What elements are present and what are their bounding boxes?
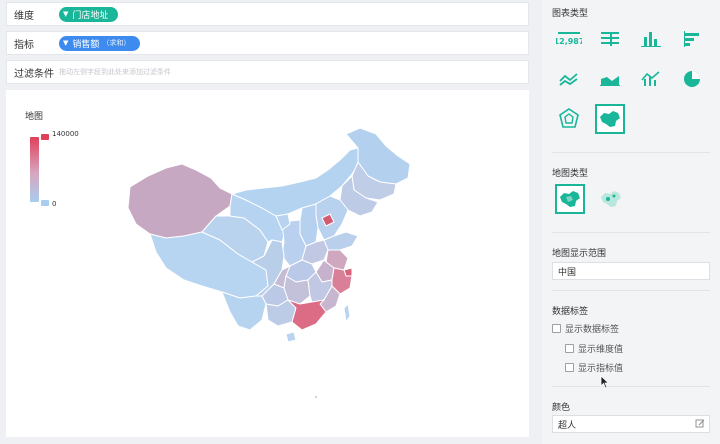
line-chart-icon (559, 73, 578, 86)
dimension-label: 维度 (14, 10, 34, 22)
filter-row[interactable]: 过滤条件 拖动左侧字段到此处来添加过滤条件 (6, 60, 529, 84)
measure-chip-label: 销售额 (72, 39, 100, 50)
show-data-label-checkbox[interactable] (552, 324, 561, 333)
number-card-sample: 12,987 (556, 37, 582, 46)
bubble-map-icon (601, 191, 621, 207)
combo-chart-icon (641, 71, 660, 86)
table-icon (601, 32, 619, 46)
bar-chart-icon (641, 32, 661, 47)
show-dimension-value-text: 显示维度值 (578, 345, 624, 355)
chart-type-radar[interactable] (554, 104, 584, 134)
map-range-value: 中国 (558, 267, 577, 278)
data-label-title: 数据标签 (552, 307, 589, 317)
horizontal-bar-icon (684, 31, 699, 47)
map-type-bubble[interactable] (596, 184, 626, 214)
radar-chart-icon (559, 108, 579, 128)
south-sea-dot (315, 396, 317, 398)
pie-chart-icon (684, 71, 700, 87)
region-taiwan (343, 303, 351, 323)
chart-type-area[interactable] (595, 64, 625, 94)
chart-card: 地图 140000 0 (6, 90, 529, 437)
show-dimension-value-option[interactable]: 显示维度值 (565, 342, 623, 355)
color-scheme-value: 超人 (558, 420, 577, 431)
region-yunnan (221, 291, 267, 331)
color-title: 颜色 (552, 403, 571, 413)
filter-label: 过滤条件 (14, 68, 54, 80)
region-guangdong (287, 299, 327, 331)
measure-label: 指标 (14, 39, 34, 51)
show-data-label-option[interactable]: 显示数据标签 (552, 322, 619, 335)
map-range-title: 地图显示范围 (552, 249, 607, 259)
show-measure-value-option[interactable]: 显示指标值 (565, 361, 623, 374)
chart-type-combo[interactable] (636, 64, 666, 94)
dimension-chip[interactable]: ▼ 门店地址 (59, 6, 119, 22)
chart-type-bar[interactable] (636, 24, 666, 54)
area-map-icon (560, 191, 580, 207)
number-card-icon: 12,987 (556, 32, 582, 46)
divider (552, 290, 710, 291)
mouse-cursor-icon (600, 375, 610, 389)
chart-type-title: 图表类型 (552, 9, 589, 19)
region-hainan (285, 331, 297, 343)
map-range-select[interactable]: 中国 (552, 262, 710, 280)
map-type-area[interactable] (555, 184, 585, 214)
show-measure-value-text: 显示指标值 (578, 364, 624, 374)
edit-icon[interactable] (695, 419, 705, 429)
chart-type-horizontal-bar[interactable] (677, 24, 707, 54)
map-chart-icon (600, 111, 620, 127)
show-data-label-text: 显示数据标签 (565, 325, 620, 335)
settings-panel: 图表类型 12,987 地图类型 地图显示范围 中国 数据标签 显示数据标签 显… (542, 0, 720, 444)
chart-type-pie[interactable] (677, 64, 707, 94)
chart-type-number-card[interactable]: 12,987 (554, 24, 584, 54)
divider (552, 386, 710, 387)
measure-agg-label: （求和） (102, 39, 131, 47)
dimension-row[interactable]: 维度 ▼ 门店地址 (6, 2, 529, 26)
area-chart-icon (600, 76, 620, 86)
chart-type-table[interactable] (595, 24, 625, 54)
map-type-title: 地图类型 (552, 169, 589, 179)
chart-type-line[interactable] (554, 64, 584, 94)
divider (552, 152, 710, 153)
show-dimension-value-checkbox[interactable] (565, 344, 574, 353)
chevron-down-icon[interactable]: ▼ (63, 10, 68, 18)
divider (552, 232, 710, 233)
chevron-down-icon[interactable]: ▼ (63, 39, 68, 47)
show-measure-value-checkbox[interactable] (565, 363, 574, 372)
chart-type-map[interactable] (595, 104, 625, 134)
measure-chip[interactable]: ▼ 销售额 （求和） (59, 35, 141, 51)
measure-row[interactable]: 指标 ▼ 销售额 （求和） (6, 31, 529, 55)
color-scheme-select[interactable]: 超人 (552, 415, 710, 433)
filter-hint: 拖动左侧字段到此处来添加过滤条件 (59, 68, 171, 76)
china-map[interactable] (6, 90, 529, 437)
dimension-chip-label: 门店地址 (72, 10, 109, 21)
